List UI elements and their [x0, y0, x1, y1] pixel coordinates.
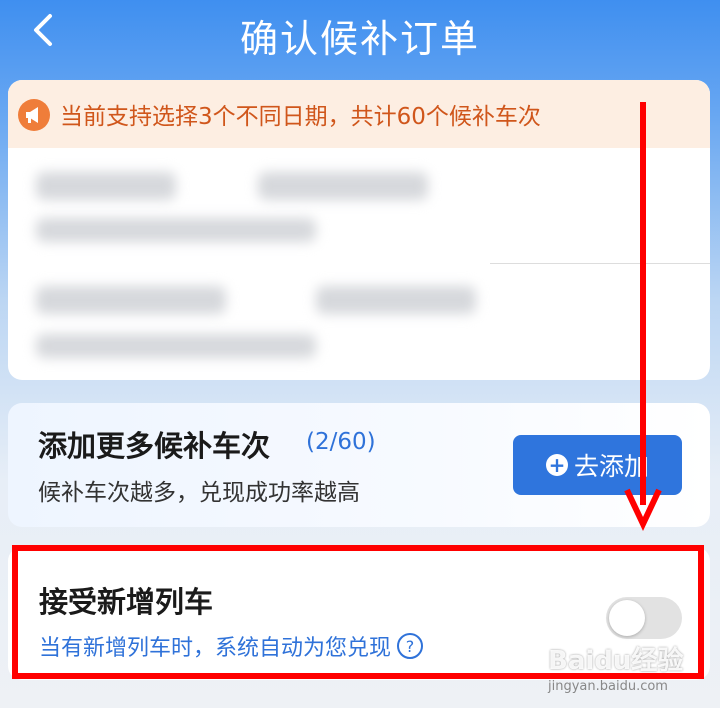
megaphone-icon [18, 99, 50, 131]
watermark-main: Baidu经验 [548, 646, 684, 676]
add-more-count: (2/60) [306, 429, 376, 455]
plus-circle-icon: + [545, 454, 568, 476]
blurred-train-detail [36, 218, 316, 242]
selected-trains-card: 当前支持选择3个不同日期，共计60个候补车次 [8, 80, 710, 380]
baidu-watermark: Baidu经验 jingyan.baidu.com [548, 640, 683, 694]
accept-new-trains-title: 接受新增列车 [39, 585, 214, 619]
header-bar: 确认候补订单 [0, 0, 720, 70]
add-more-title: 添加更多候补车次 [38, 429, 271, 463]
go-add-button[interactable]: + 去添加 [513, 435, 682, 495]
notice-banner: 当前支持选择3个不同日期，共计60个候补车次 [8, 80, 710, 148]
blurred-train-info [36, 286, 226, 314]
question-circle-icon[interactable]: ? [397, 633, 424, 659]
accept-new-trains-toggle[interactable] [606, 597, 682, 639]
accept-new-trains-subtitle: 当有新增列车时，系统自动为您兑现 ? [39, 630, 424, 662]
blurred-train-info [258, 172, 428, 200]
toggle-knob [609, 600, 645, 636]
blurred-train-info [36, 172, 176, 200]
watermark-url: jingyan.baidu.com [548, 679, 668, 694]
blurred-train-detail [36, 334, 316, 358]
add-more-card: 添加更多候补车次 (2/60) 候补车次越多，兑现成功率越高 + 去添加 [8, 403, 710, 527]
add-more-subtitle: 候补车次越多，兑现成功率越高 [38, 480, 360, 506]
blurred-train-info [316, 286, 476, 314]
divider [490, 263, 710, 264]
go-add-label: 去添加 [573, 452, 649, 481]
page-title: 确认候补订单 [239, 17, 480, 61]
notice-text: 当前支持选择3个不同日期，共计60个候补车次 [60, 104, 541, 130]
accept-new-trains-desc: 当有新增列车时，系统自动为您兑现 [39, 636, 392, 661]
